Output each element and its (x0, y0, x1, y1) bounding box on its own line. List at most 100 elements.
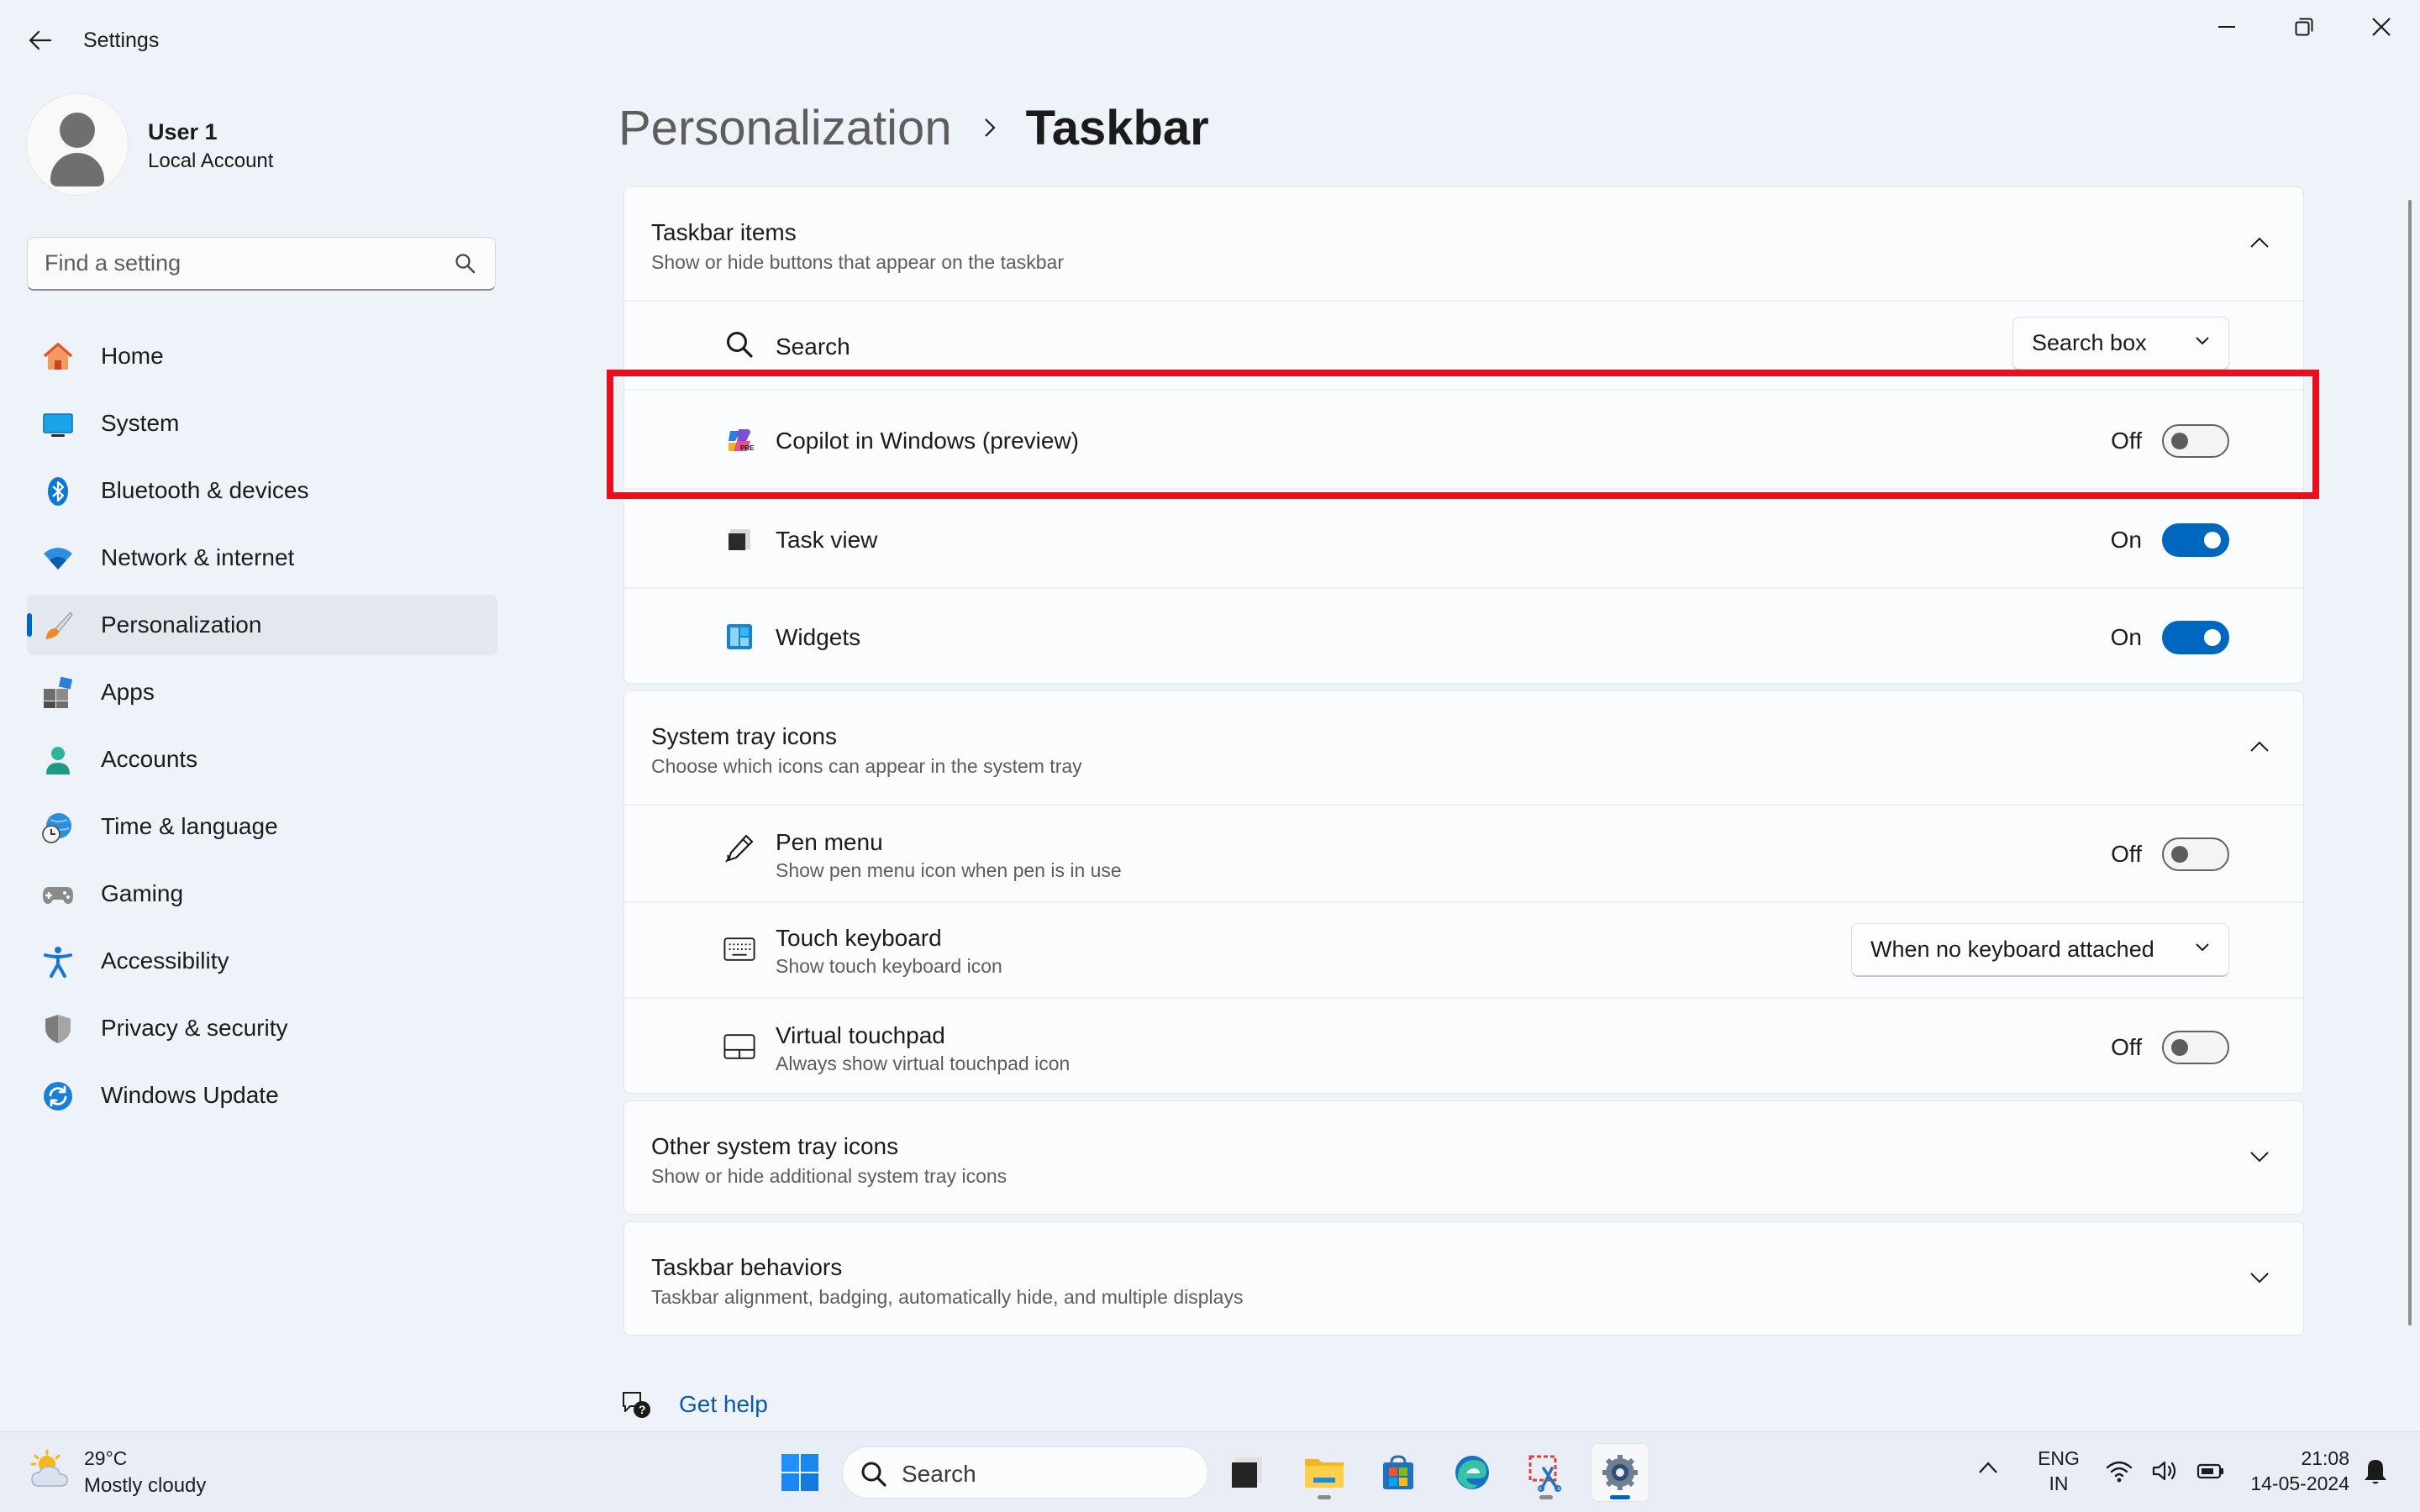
expand-button[interactable] (2246, 1143, 2273, 1170)
search-mode-dropdown[interactable]: Search box (2012, 317, 2229, 370)
search-icon[interactable] (455, 253, 476, 275)
avatar (27, 94, 128, 195)
setting-row-touch-keyboard: Touch keyboard Show touch keyboard icon … (624, 901, 2303, 997)
taskbar-app-settings[interactable] (1591, 1444, 1649, 1501)
shield-icon (45, 1015, 71, 1043)
start-button[interactable] (771, 1444, 829, 1501)
file-explorer-icon (1305, 1459, 1344, 1488)
taskbar-items-header[interactable]: Taskbar items Show or hide buttons that … (624, 187, 2303, 300)
dropdown-value: When no keyboard attached (1870, 937, 2154, 962)
sidebar-item-bluetooth[interactable]: Bluetooth & devices (27, 460, 497, 521)
sidebar-item-accounts[interactable]: Accounts (27, 729, 497, 790)
sidebar-item-time-language[interactable]: Time & language (27, 796, 497, 857)
search-icon (727, 332, 753, 358)
sidebar-item-gaming[interactable]: Gaming (27, 864, 497, 924)
widgets-toggle[interactable] (2162, 621, 2229, 654)
sidebar-nav: Home System Bluetooth & devices Network … (27, 326, 497, 1132)
taskbar-app-edge[interactable] (1444, 1444, 1501, 1501)
setting-description: Show touch keyboard icon (776, 955, 1002, 977)
clock-time: 21:08 (2301, 1447, 2349, 1469)
scrollbar[interactable] (2408, 200, 2412, 1326)
taskbar-behaviors-header[interactable]: Taskbar behaviors Taskbar alignment, bad… (624, 1222, 2303, 1335)
chevron-down-icon (2196, 337, 2209, 345)
taskbar-app-task-view[interactable] (1218, 1444, 1276, 1501)
section-description: Show or hide buttons that appear on the … (651, 251, 1064, 273)
sidebar-item-accessibility[interactable]: Accessibility (27, 931, 497, 991)
taskbar-app-snipping-tool[interactable] (1518, 1444, 1575, 1501)
system-tray-section: System tray icons Choose which icons can… (623, 690, 2304, 1094)
search-icon (861, 1462, 886, 1487)
home-icon (43, 343, 73, 370)
language-region: IN (2049, 1473, 2069, 1494)
chevron-up-icon (2250, 237, 2269, 248)
touch-keyboard-dropdown[interactable]: When no keyboard attached (1851, 923, 2229, 977)
setting-row-pen-menu: Pen menu Show pen menu icon when pen is … (624, 804, 2303, 901)
sidebar-item-label: Personalization (101, 612, 262, 638)
clock-globe-icon (42, 813, 71, 843)
setting-label: Copilot in Windows (preview) (776, 428, 1080, 454)
language-indicator[interactable]: ENG IN (2035, 1446, 2082, 1496)
settings-window: Settings User 1 Local Account Home Syste… (0, 0, 2420, 1431)
collapse-button[interactable] (2246, 229, 2273, 256)
sidebar-item-label: Network & internet (101, 544, 295, 570)
task-view-toggle[interactable] (2162, 523, 2229, 557)
minimize-button[interactable] (2188, 3, 2265, 50)
sidebar-item-windows-update[interactable]: Windows Update (27, 1065, 497, 1126)
toggle-state-text: Off (2111, 428, 2142, 454)
chevron-up-icon (2250, 741, 2269, 752)
notification-bell-icon[interactable] (2363, 1457, 2388, 1486)
setting-description: Always show virtual touchpad icon (776, 1053, 1071, 1074)
sidebar-item-label: Windows Update (101, 1082, 279, 1108)
breadcrumb-parent[interactable]: Personalization (618, 100, 952, 156)
sidebar-item-privacy[interactable]: Privacy & security (27, 998, 497, 1058)
taskbar-app-file-explorer[interactable] (1296, 1444, 1353, 1501)
taskbar-behaviors-section[interactable]: Taskbar behaviors Taskbar alignment, bad… (623, 1221, 2304, 1336)
toggle-state-text: On (2110, 527, 2142, 553)
search-input[interactable] (45, 238, 439, 288)
section-description: Choose which icons can appear in the sys… (651, 755, 1082, 777)
section-description: Show or hide additional system tray icon… (651, 1165, 1007, 1187)
virtual-touchpad-toggle[interactable] (2162, 1031, 2229, 1064)
sidebar-item-apps[interactable]: Apps (27, 662, 497, 722)
sidebar-item-label: System (101, 410, 180, 436)
svg-text:PRE: PRE (740, 444, 754, 452)
user-profile[interactable]: User 1 Local Account (27, 94, 497, 195)
system-tray-header[interactable]: System tray icons Choose which icons can… (624, 691, 2303, 804)
close-button[interactable] (2343, 3, 2420, 50)
edge-icon (1455, 1456, 1489, 1489)
copilot-toggle[interactable] (2162, 424, 2229, 458)
system-tray-icons[interactable] (2106, 1459, 2225, 1483)
expand-button[interactable] (2246, 1264, 2273, 1291)
page-title: Taskbar (1025, 100, 1209, 155)
sidebar-item-personalization[interactable]: Personalization (27, 595, 497, 655)
system-clock[interactable]: 21:08 14-05-2024 (2235, 1446, 2349, 1496)
get-help-link[interactable]: ? Get help (620, 1389, 768, 1420)
pen-menu-toggle[interactable] (2162, 837, 2229, 871)
sidebar-item-network[interactable]: Network & internet (27, 528, 497, 588)
weather-temperature[interactable]: 29°C (84, 1447, 127, 1470)
sidebar-item-label: Time & language (101, 813, 278, 839)
restore-button[interactable] (2265, 3, 2343, 50)
setting-description: Show pen menu icon when pen is in use (776, 859, 1122, 881)
toggle-state-text: On (2110, 624, 2142, 650)
setting-row-widgets: Widgets On (624, 587, 2303, 683)
system-icon (43, 413, 73, 437)
settings-search[interactable] (27, 237, 496, 291)
sidebar-item-home[interactable]: Home (27, 326, 497, 386)
dropdown-value: Search box (2032, 330, 2147, 355)
taskbar-search[interactable]: Search (842, 1446, 1208, 1499)
other-tray-header[interactable]: Other system tray icons Show or hide add… (624, 1101, 2303, 1214)
taskbar-app-store[interactable] (1370, 1444, 1427, 1501)
sidebar-item-label: Home (101, 343, 164, 369)
collapse-button[interactable] (2246, 733, 2273, 760)
weather-description[interactable]: Mostly cloudy (84, 1474, 206, 1498)
section-title: Other system tray icons (651, 1133, 899, 1159)
sidebar-item-system[interactable]: System (27, 393, 497, 454)
weather-cloudy-icon (30, 1449, 68, 1487)
back-button[interactable] (20, 22, 60, 59)
other-tray-section[interactable]: Other system tray icons Show or hide add… (623, 1100, 2304, 1215)
setting-row-search: Search Search box (624, 300, 2303, 389)
start-icon (781, 1454, 818, 1491)
chevron-up-icon[interactable] (1978, 1461, 1998, 1474)
brush-icon (45, 612, 73, 639)
